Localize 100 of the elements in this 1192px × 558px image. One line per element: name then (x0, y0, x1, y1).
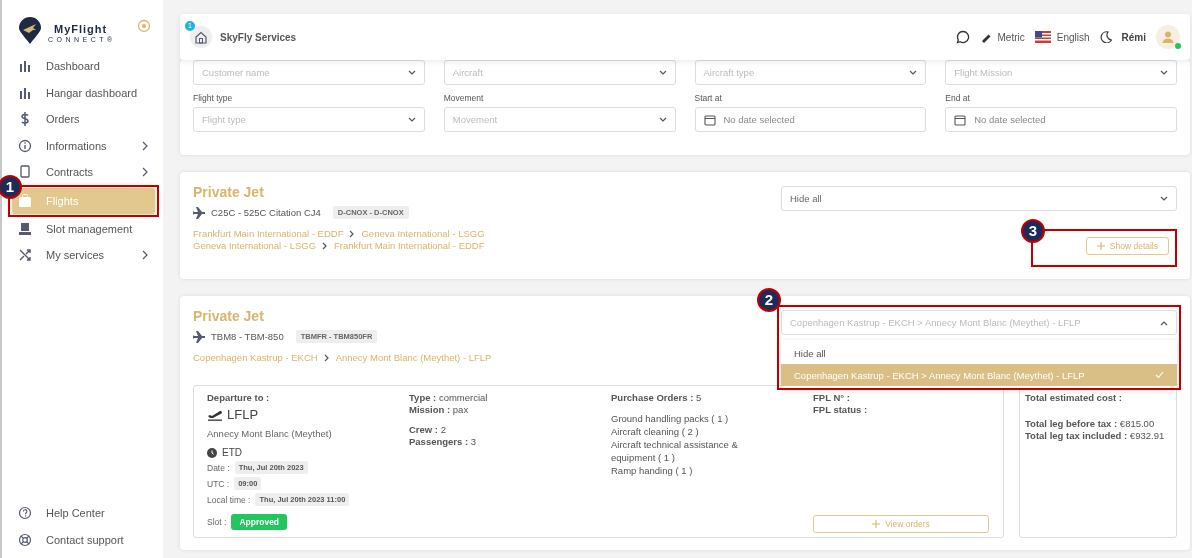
sidebar-item[interactable]: Hangar dashboard (12, 79, 155, 106)
field-label: Flight type (193, 93, 234, 103)
bar-chart-icon (18, 58, 32, 75)
help-icon (18, 505, 32, 522)
select-field[interactable]: Aircraft type (694, 60, 927, 85)
order-item: Ground handling packs ( 1 ) (611, 412, 730, 425)
info-line: FPL status : (813, 404, 869, 416)
leg-select[interactable]: Hide all (781, 186, 1177, 211)
lifebuoy-icon (18, 531, 32, 548)
order-item: Aircraft technical assistance & equipment ( 1 ) (611, 438, 739, 464)
language-selector[interactable]: English (1034, 31, 1090, 43)
sidebar-item[interactable]: My services (12, 242, 155, 269)
plus-icon (872, 520, 881, 528)
flight-category: Private Jet (193, 184, 265, 200)
aircraft-name: C25C - 525C Citation CJ4 (211, 207, 321, 218)
cost-line: Total leg tax included : €932.91 (1025, 430, 1166, 442)
chevron-down-icon (1160, 69, 1168, 76)
info-line: Mission : pax (409, 404, 470, 416)
chevron-down-icon (1160, 195, 1168, 202)
select-field[interactable]: Customer name (193, 60, 425, 85)
view-orders-button[interactable]: View orders (813, 515, 989, 533)
route-link[interactable]: Frankfurt Main International - EDDF (193, 228, 344, 239)
cost-title: Total estimated cost : (1025, 392, 1123, 404)
field-label: Date : (207, 462, 230, 473)
suitcase-icon (18, 192, 32, 209)
chevron-right-icon (349, 229, 356, 238)
moon-icon (1099, 31, 1112, 43)
sidebar-item[interactable]: Dashboard (12, 53, 155, 80)
calendar-icon (954, 113, 967, 126)
takeoff-icon (207, 408, 223, 421)
info-icon (18, 137, 32, 154)
field-label: End at (945, 93, 971, 103)
sidebar-item[interactable]: Informations (12, 132, 155, 159)
chevron-right-icon (323, 353, 330, 362)
etd-label: ETD (222, 447, 242, 458)
route-link[interactable]: Geneva International - LSGG (193, 240, 317, 251)
map-pin-plane-logo (18, 17, 42, 45)
user-name: Rémi (1121, 31, 1146, 43)
home-icon (194, 30, 208, 44)
flight-category: Private Jet (193, 308, 265, 324)
aircraft-name: TBM8 - TBM-850 (211, 331, 284, 342)
document-icon (18, 164, 32, 181)
chevron-up-icon (1160, 319, 1168, 326)
date-field[interactable]: No date selected (694, 107, 927, 132)
calendar-icon (703, 113, 716, 126)
dropdown-option[interactable]: Copenhagen Kastrup - EKCH > Annecy Mont Blanc (Meythet) - LFLP (781, 364, 1177, 386)
us-flag-icon (1034, 31, 1051, 43)
chevron-down-icon (407, 116, 416, 123)
chevron-down-icon (407, 69, 416, 76)
sidebar-item[interactable]: Help Center (12, 500, 155, 527)
dollar-icon (18, 111, 32, 128)
airplane-icon (193, 330, 205, 343)
select-field[interactable]: Movement (443, 107, 676, 132)
chevron-right-icon (322, 241, 329, 250)
info-line: Type : commercial (409, 392, 489, 404)
airport-name: Annecy Mont Blanc (Meythet) (207, 428, 333, 439)
chevron-down-icon (658, 116, 667, 123)
chevron-down-icon (658, 69, 667, 76)
airplane-icon (193, 206, 205, 219)
home-button[interactable] (190, 26, 212, 48)
sidebar-item[interactable]: Slot management (12, 215, 155, 242)
info-line: Crew : 2 (409, 424, 447, 436)
select-field[interactable]: Flight Mission (945, 60, 1177, 85)
shuffle-icon (18, 247, 32, 264)
cost-line: Total leg before tax : €815.00 (1025, 418, 1156, 430)
sidebar-item[interactable]: Orders (12, 106, 155, 133)
chat-icon (955, 30, 970, 44)
select-field[interactable]: Aircraft (443, 60, 676, 85)
logo-name: MyFlight (53, 24, 109, 35)
plus-icon (1096, 242, 1105, 250)
field-label: Start at (694, 93, 723, 103)
airport-code: LFLP (227, 407, 259, 422)
units-toggle[interactable]: Metric (979, 31, 1025, 43)
show-details-button[interactable]: Show details (1085, 237, 1169, 255)
info-line: Purchase Orders : 5 (611, 392, 703, 404)
order-item: Ramp handing ( 1 ) (611, 464, 694, 477)
check-icon (1155, 371, 1164, 379)
chevron-down-icon (909, 69, 918, 76)
departure-label: Departure to : (207, 392, 271, 403)
slot-status-badge: Approved (231, 514, 288, 530)
order-item: Aircraft cleaning ( 2 ) (611, 425, 700, 438)
info-line: FPL N° : (813, 392, 851, 404)
field-label: Movement (443, 93, 485, 103)
step-number-badge: 2 (757, 288, 781, 312)
laptop-check-icon (18, 220, 32, 237)
sidebar-item[interactable]: Contact support (12, 526, 155, 553)
route-link[interactable]: Annecy Mont Blanc (Meythet) - LFLP (335, 352, 492, 363)
select-field[interactable]: Flight type (193, 107, 425, 132)
field-label: Local time : (207, 494, 251, 505)
route-link[interactable]: Geneva International - LSGG (361, 228, 485, 239)
route-link[interactable]: Frankfurt Main International - EDDF (334, 240, 485, 251)
field-label: Slot : (207, 517, 227, 527)
route-link[interactable]: Copenhagen Kastrup - EKCH (193, 352, 318, 363)
date-field[interactable]: No date selected (945, 107, 1177, 132)
field-label: UTC : (207, 478, 230, 489)
info-line: Passengers : 3 (409, 436, 478, 448)
clock-icon (207, 447, 217, 458)
leg-select[interactable]: Copenhagen Kastrup - EKCH > Annecy Mont Blanc (Meythet) - LFLP (781, 310, 1177, 335)
organization-name: SkyFly Services (220, 31, 297, 43)
dropdown-option[interactable]: Hide all (781, 342, 1177, 364)
